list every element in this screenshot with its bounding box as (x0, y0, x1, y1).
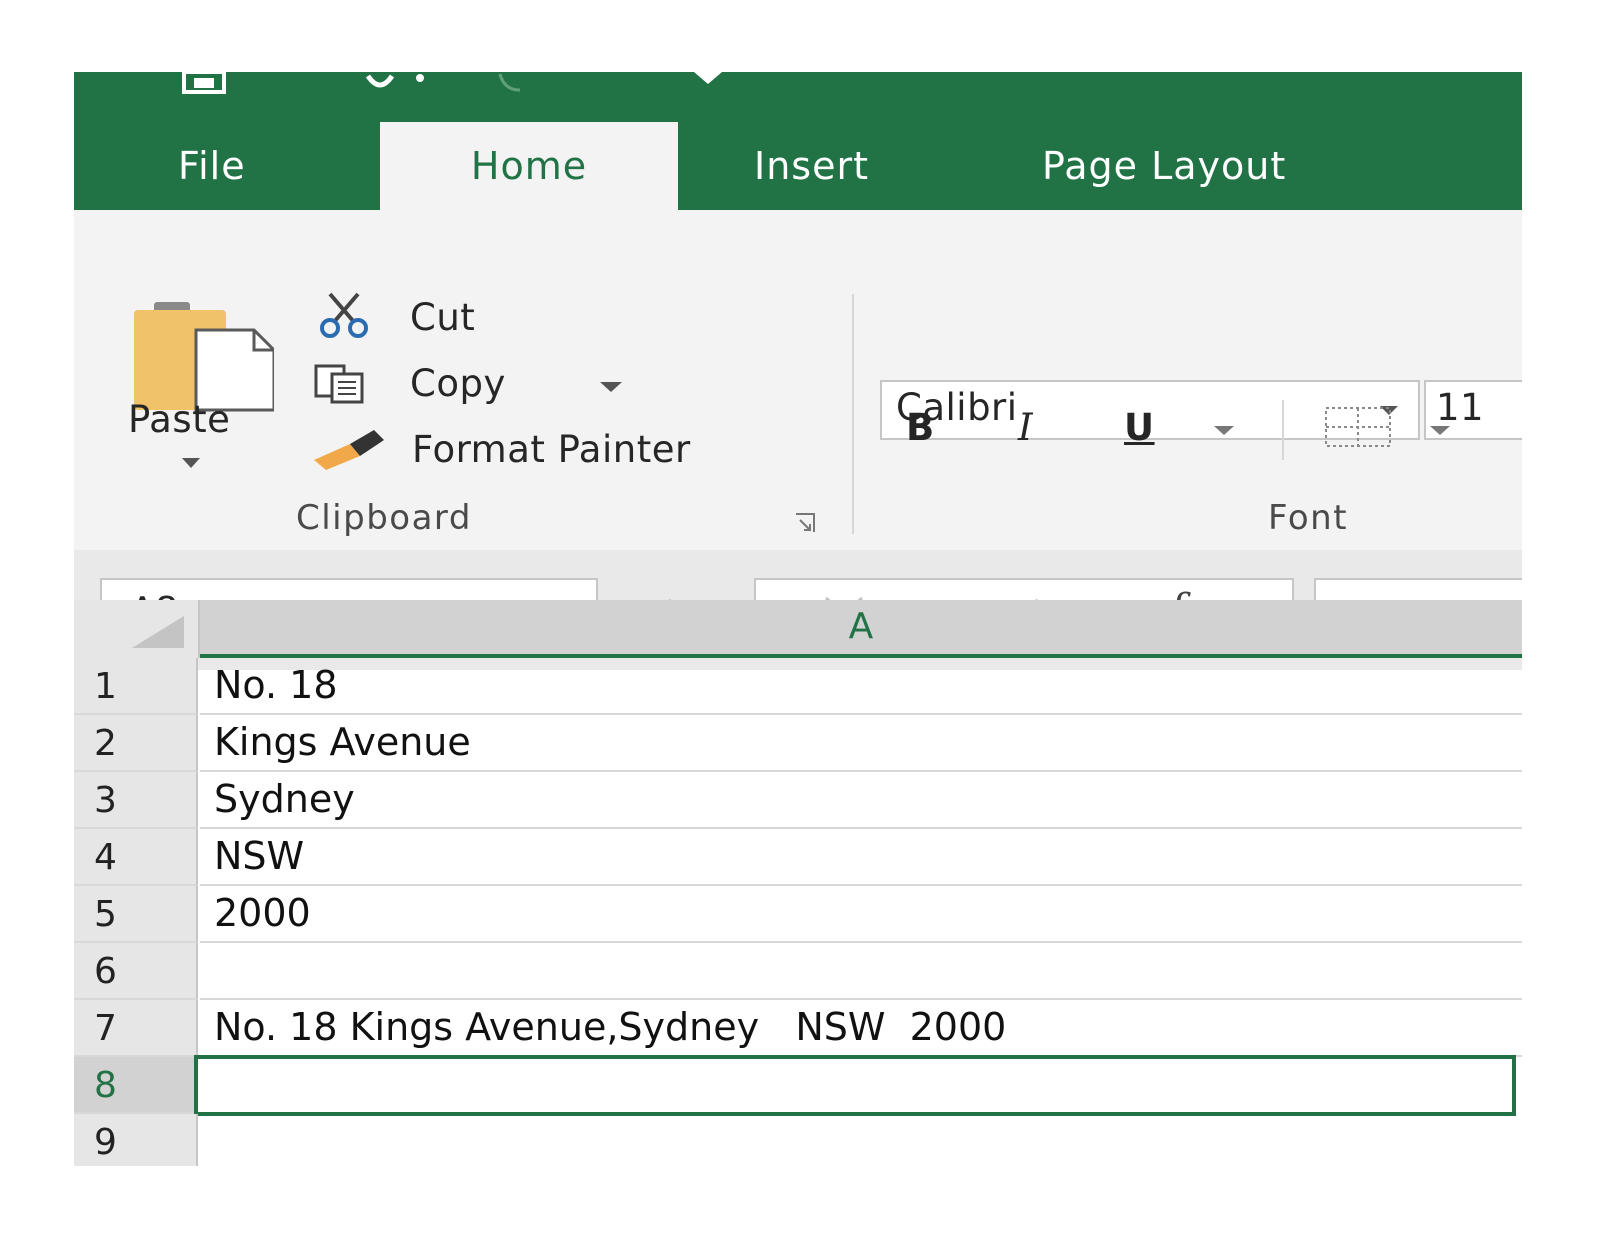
row-header[interactable]: 1 (74, 658, 198, 715)
cut-button[interactable]: Cut (410, 296, 475, 339)
excel-window: File Home Insert Page Layout Paste Cut C… (74, 72, 1522, 1166)
format-painter-icon[interactable] (314, 430, 386, 470)
paste-dropdown-icon[interactable] (182, 458, 200, 468)
copy-dropdown-icon[interactable] (600, 382, 622, 394)
row-header[interactable]: 6 (74, 943, 198, 1000)
format-painter-button[interactable]: Format Painter (412, 428, 691, 471)
paste-button[interactable] (124, 302, 274, 412)
borders-dropdown-icon[interactable] (1430, 426, 1450, 436)
font-size-value: 11 (1436, 386, 1485, 429)
title-bar (74, 72, 1522, 122)
row-header[interactable]: 9 (74, 1114, 198, 1166)
redo-icon[interactable] (494, 72, 524, 94)
cell-a8-selected[interactable] (194, 1055, 1516, 1116)
paste-label[interactable]: Paste (128, 398, 230, 441)
cell-a2[interactable]: Kings Avenue (200, 715, 1522, 772)
cell-a7[interactable]: No. 18 Kings Avenue,Sydney NSW 2000 (200, 1000, 1522, 1057)
cell-a1[interactable]: No. 18 (200, 658, 1522, 715)
worksheet-grid: A 1 No. 18 2 Kings Avenue 3 Sydney 4 NSW… (74, 600, 1522, 1166)
copy-icon[interactable] (314, 364, 366, 404)
ribbon-home: Paste Cut Copy Format Painter Clipboard … (74, 210, 1522, 552)
clipboard-dialog-launcher-icon[interactable] (794, 512, 816, 534)
undo-icon[interactable] (364, 72, 396, 94)
select-all-button[interactable] (74, 600, 200, 658)
copy-button[interactable]: Copy (410, 362, 506, 405)
row-header[interactable]: 3 (74, 772, 198, 829)
paste-icon (124, 302, 274, 412)
cell-a5[interactable]: 2000 (200, 886, 1522, 943)
group-separator (852, 294, 854, 534)
font-separator (1282, 400, 1284, 460)
underline-button[interactable]: U (1124, 406, 1155, 449)
select-all-icon (132, 616, 184, 648)
row-header[interactable]: 4 (74, 829, 198, 886)
row-header[interactable]: 7 (74, 1000, 198, 1057)
row-header[interactable]: 2 (74, 715, 198, 772)
cell-a3[interactable]: Sydney (200, 772, 1522, 829)
row-header-selected[interactable]: 8 (74, 1057, 198, 1114)
borders-icon[interactable] (1324, 406, 1392, 448)
column-header-a[interactable]: A (200, 600, 1522, 658)
row-header[interactable]: 5 (74, 886, 198, 943)
scissors-icon[interactable] (318, 292, 370, 338)
customize-qat-icon[interactable] (690, 72, 726, 86)
save-icon[interactable] (182, 72, 226, 94)
font-group-label: Font (1268, 498, 1349, 538)
italic-button[interactable]: I (1018, 406, 1033, 449)
cell-a6[interactable] (200, 943, 1522, 1000)
clipboard-group-label: Clipboard (296, 498, 472, 538)
cell-a4[interactable]: NSW (200, 829, 1522, 886)
cell-a9[interactable] (200, 1114, 1522, 1166)
underline-dropdown-icon[interactable] (1214, 426, 1234, 436)
undo-dropdown-icon[interactable] (414, 72, 426, 84)
bold-button[interactable]: B (906, 406, 935, 449)
